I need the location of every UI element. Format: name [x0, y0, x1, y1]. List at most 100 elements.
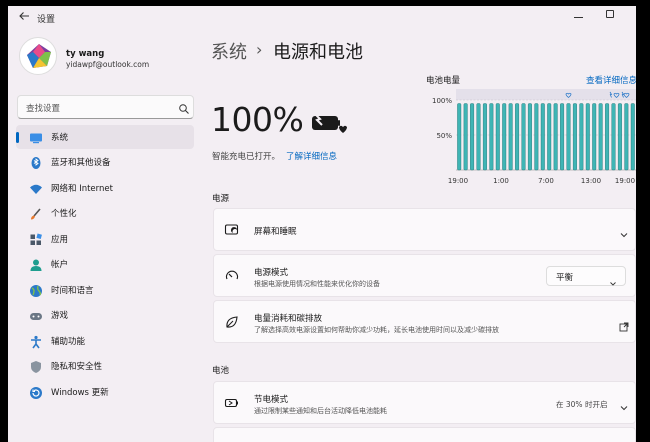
- sidebar-item-windows-update[interactable]: Windows 更新: [16, 380, 194, 404]
- battery-level-bar: [611, 103, 616, 171]
- maximize-button[interactable]: [606, 10, 614, 18]
- apps-icon: [29, 232, 43, 246]
- sidebar-item-label: 个性化: [51, 209, 77, 219]
- wifi-icon: [29, 181, 43, 195]
- back-arrow-icon[interactable]: [16, 10, 32, 26]
- globe-icon: [29, 283, 43, 297]
- card-title: 电源模式: [254, 268, 289, 278]
- sidebar-item-time-language[interactable]: 时间和语言: [16, 278, 194, 302]
- chart-title: 电池电量: [426, 76, 461, 86]
- sidebar-item-accounts[interactable]: 帐户: [16, 252, 194, 276]
- y-tick-label: 50%: [436, 132, 452, 140]
- next-card[interactable]: [213, 427, 636, 442]
- battery-level-bar: [585, 103, 590, 171]
- sidebar-item-label: 帐户: [51, 260, 69, 270]
- search-input[interactable]: 查找设置: [17, 95, 194, 119]
- accessibility-icon: [29, 334, 43, 349]
- card-title: 电量消耗和碳排放: [254, 314, 323, 324]
- x-tick-label: 1:00: [493, 177, 509, 185]
- battery-level-bar: [598, 103, 603, 171]
- energy-recommendations-card[interactable]: 电量消耗和碳排放 了解选择高效电源设置如何帮助你减少功耗，延长电池使用时间以及减…: [213, 300, 636, 343]
- gamepad-icon: [29, 308, 43, 322]
- sidebar-item-accessibility[interactable]: 辅助功能: [16, 329, 194, 353]
- section-battery-label: 电池: [212, 366, 230, 376]
- sidebar-item-gaming[interactable]: 游戏: [16, 303, 194, 327]
- battery-level-bar: [476, 103, 481, 171]
- battery-level-bar: [540, 103, 545, 171]
- battery-level-bar: [592, 103, 597, 171]
- sidebar-item-label: 辅助功能: [51, 337, 86, 347]
- chart-status-strip: [456, 89, 636, 100]
- system-icon: [29, 130, 43, 144]
- battery-level-bar: [572, 103, 577, 171]
- screen-sleep-card[interactable]: 屏幕和睡眠: [213, 208, 636, 251]
- battery-level-bar: [482, 103, 487, 171]
- battery-level-bar: [624, 103, 629, 171]
- search-icon: [178, 100, 190, 114]
- card-subtitle: 了解选择高效电源设置如何帮助你减少功耗，延长电池使用时间以及减少碳排放: [254, 326, 499, 334]
- battery-level-bar: [515, 103, 520, 171]
- card-subtitle: 根据电源使用情况和性能来优化你的设备: [254, 280, 380, 288]
- power-mode-dropdown[interactable]: 平衡: [546, 266, 626, 286]
- settings-window: 设置 ty wang yidawpf@outlook.com 查找设置 系统 蓝…: [8, 6, 636, 442]
- sidebar-item-label: 网络和 Internet: [51, 184, 113, 194]
- learn-more-link[interactable]: 了解详细信息: [286, 150, 337, 162]
- battery-level-bar: [457, 103, 462, 171]
- battery-saver-threshold: 在 30% 时开启: [556, 400, 608, 409]
- x-tick-label: 19:00: [448, 177, 468, 185]
- battery-level-bar: [463, 103, 468, 171]
- screen-sleep-icon: [224, 222, 240, 238]
- avatar[interactable]: [19, 37, 57, 75]
- update-icon: [29, 385, 43, 399]
- power-mode-icon: [224, 268, 240, 284]
- x-tick-label: 13:00: [581, 177, 601, 185]
- shield-icon: [29, 359, 43, 373]
- app-title: 设置: [37, 15, 56, 25]
- sidebar-item-label: 时间和语言: [51, 286, 94, 296]
- view-details-link[interactable]: 查看详细信息: [586, 74, 636, 86]
- battery-saver-card[interactable]: 节电模式 通过限制某些通知和后台活动降低电池能耗 在 30% 时开启: [213, 381, 636, 424]
- brush-icon: [29, 206, 43, 220]
- sidebar-item-label: 隐私和安全性: [51, 362, 103, 372]
- sidebar-item-bluetooth[interactable]: 蓝牙和其他设备: [16, 150, 194, 174]
- active-indicator: [16, 132, 19, 143]
- chevron-down-icon[interactable]: [619, 225, 629, 238]
- user-name: ty wang: [66, 49, 105, 59]
- smart-charging-status: 智能充电已打开。: [212, 152, 281, 162]
- battery-level-bar: [560, 103, 565, 171]
- battery-level-bar: [534, 103, 539, 171]
- battery-level-bar: [553, 103, 558, 171]
- battery-level-bar: [605, 103, 610, 171]
- battery-level-bar: [617, 103, 622, 171]
- battery-level-bar: [495, 103, 500, 171]
- battery-saver-icon: [224, 395, 240, 411]
- chevron-down-icon: [609, 273, 617, 286]
- chevron-down-icon[interactable]: [619, 398, 629, 411]
- card-title: 屏幕和睡眠: [254, 227, 297, 237]
- card-subtitle: 通过限制某些通知和后台活动降低电池能耗: [254, 407, 387, 415]
- sidebar-item-system[interactable]: 系统: [16, 125, 194, 149]
- title-bar: 设置: [8, 6, 636, 30]
- account-icon: [29, 257, 43, 271]
- power-mode-card: 电源模式 根据电源使用情况和性能来优化你的设备 平衡: [213, 254, 636, 297]
- battery-level-bar: [502, 103, 507, 171]
- sidebar-item-privacy[interactable]: 隐私和安全性: [16, 354, 194, 378]
- breadcrumb-root[interactable]: 系统: [211, 38, 247, 64]
- section-power-label: 电源: [212, 194, 230, 204]
- sidebar-item-apps[interactable]: 应用: [16, 227, 194, 251]
- battery-level-bar: [521, 103, 526, 171]
- search-placeholder: 查找设置: [26, 104, 61, 114]
- battery-level-bar: [489, 103, 494, 171]
- battery-level-bar: [566, 103, 571, 171]
- battery-level-bar: [579, 103, 584, 171]
- minimize-button[interactable]: [574, 17, 583, 18]
- sidebar-item-network[interactable]: 网络和 Internet: [16, 176, 194, 200]
- page-title: 电源和电池: [273, 42, 363, 63]
- battery-level-bar: [508, 103, 513, 171]
- battery-level-bar: [547, 103, 552, 171]
- y-tick-label: 100%: [432, 97, 452, 105]
- battery-level-chart: 100% 50% 19:00 1:00 7:00 13:00 19:00: [426, 86, 636, 186]
- sidebar-item-personalization[interactable]: 个性化: [16, 201, 194, 225]
- breadcrumb-separator: ›: [256, 40, 263, 59]
- external-link-icon[interactable]: [619, 317, 629, 332]
